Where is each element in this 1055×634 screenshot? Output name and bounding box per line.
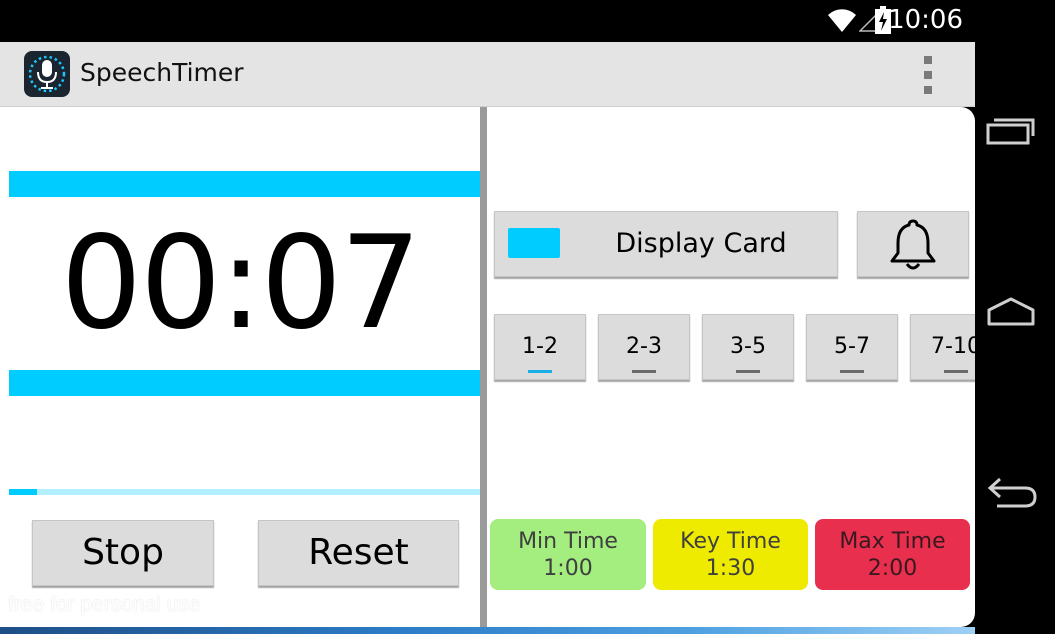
panel-divider [480, 107, 487, 627]
range-tab-7-10[interactable]: 7-10 [910, 314, 975, 380]
key-time-value: 1:30 [705, 556, 756, 581]
back-icon[interactable] [985, 476, 1037, 512]
stop-button[interactable]: Stop [32, 520, 214, 586]
watermark-text: free for personal use [8, 593, 201, 616]
range-tab-2-3[interactable]: 2-3 [598, 314, 690, 380]
desktop-taskbar-strip [0, 627, 975, 634]
reset-button[interactable]: Reset [258, 520, 459, 586]
main-content: 00:07 Stop Reset free for personal use D… [0, 107, 975, 627]
app-title: SpeechTimer [80, 58, 244, 87]
min-time-card[interactable]: Min Time 1:00 [490, 519, 646, 590]
key-time-label: Key Time [680, 529, 781, 554]
progress-fill [9, 489, 38, 495]
max-time-label: Max Time [839, 529, 946, 554]
min-time-label: Min Time [518, 529, 618, 554]
home-icon[interactable] [985, 296, 1037, 328]
max-time-value: 2:00 [867, 556, 918, 581]
range-tab-5-7[interactable]: 5-7 [806, 314, 898, 380]
app-logo [24, 51, 70, 97]
min-time-value: 1:00 [543, 556, 593, 581]
navigation-bar [975, 0, 1055, 634]
range-tab-indicator [736, 370, 760, 373]
range-tab-label: 2-3 [626, 334, 662, 359]
status-time: 10:06 [888, 5, 963, 35]
bell-icon [890, 219, 936, 270]
recent-apps-icon[interactable] [985, 116, 1037, 146]
range-tab-label: 7-10 [931, 334, 975, 359]
range-tab-indicator [944, 370, 968, 373]
display-card-color-swatch [508, 228, 560, 258]
timer-bottom-bar [9, 370, 480, 396]
overflow-menu-icon[interactable] [920, 56, 936, 94]
display-card-label: Display Card [615, 228, 787, 259]
range-tab-3-5[interactable]: 3-5 [702, 314, 794, 380]
action-bar: SpeechTimer [0, 42, 975, 107]
microphone-icon [28, 55, 66, 93]
range-tab-label: 5-7 [834, 334, 870, 359]
display-card-button[interactable]: Display Card [494, 211, 838, 277]
key-time-card[interactable]: Key Time 1:30 [653, 519, 808, 590]
alarm-button[interactable] [857, 211, 969, 277]
status-bar: 10:06 [0, 0, 975, 42]
range-tab-label: 1-2 [522, 334, 558, 359]
wifi-icon [828, 9, 856, 32]
range-tab-label: 3-5 [730, 334, 766, 359]
range-tab-indicator [840, 370, 864, 373]
max-time-card[interactable]: Max Time 2:00 [815, 519, 970, 590]
range-tab-1-2[interactable]: 1-2 [494, 314, 586, 380]
range-tab-indicator [528, 370, 552, 373]
timer-display: 00:07 [60, 209, 422, 358]
range-tab-indicator [632, 370, 656, 373]
progress-bar [9, 489, 480, 495]
timer-top-bar [9, 171, 480, 197]
